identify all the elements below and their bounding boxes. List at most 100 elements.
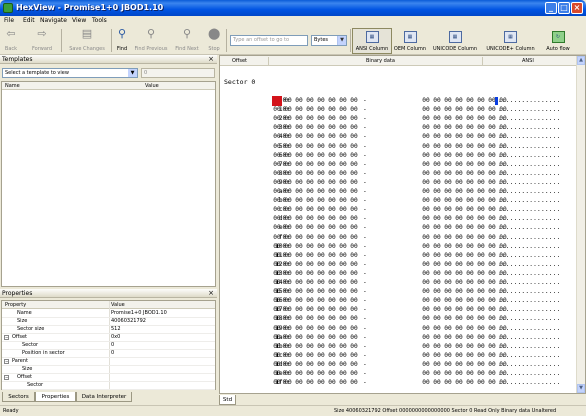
find-previous-button[interactable]: ⚲ Find Previous [132, 27, 170, 54]
close-button[interactable]: × [571, 2, 583, 14]
collapse-toggle-icon[interactable]: − [4, 335, 9, 340]
byte-cell[interactable]: 00 [327, 378, 337, 388]
stop-button[interactable]: ⬤ Stop [206, 27, 222, 54]
template-grid-header: Name Value [2, 82, 215, 90]
template-grid: Name Value [1, 81, 216, 287]
byte-cell[interactable]: 00 [349, 378, 359, 388]
byte-cell[interactable]: 00 [316, 378, 326, 388]
property-row[interactable]: Sector [2, 382, 215, 390]
ansi-column-icon: ▦ [365, 31, 379, 43]
byte-cell[interactable]: 00 [432, 378, 442, 388]
property-row[interactable]: Name Promise1+0 JBOD1.10 [2, 310, 215, 318]
property-value: 0x0 [111, 334, 121, 340]
property-row[interactable]: Size [2, 366, 215, 374]
close-icon[interactable]: × [208, 55, 214, 64]
property-row[interactable]: − Parent [2, 358, 215, 366]
binoculars-icon: ⚲ [117, 27, 127, 40]
scroll-up-icon[interactable]: ▲ [577, 56, 585, 65]
menu-edit[interactable]: Edit [23, 17, 35, 25]
save-changes-button[interactable]: ▤ Save Changes [66, 27, 108, 54]
window-title: HexView - Promise1+0 JBOD1.10 [16, 3, 164, 12]
back-arrow-icon: ⇦ [6, 27, 16, 40]
byte-cell[interactable]: 00 [443, 378, 453, 388]
tab-properties[interactable]: Properties [35, 392, 76, 402]
menu-bar: File Edit Navigate View Tools [0, 16, 586, 26]
byte-cell[interactable]: 00 [338, 378, 348, 388]
oem-column-button[interactable]: ▦ OEM Column [392, 28, 428, 54]
byte-cell[interactable]: 00 [476, 378, 486, 388]
status-info: Size 40060321792 Offset 0000000000000000… [334, 408, 557, 414]
menu-view[interactable]: View [72, 17, 86, 25]
unit-select[interactable]: Bytes ▼ [311, 35, 347, 46]
forward-button[interactable]: ⇨ Forward [28, 27, 56, 54]
menu-file[interactable]: File [4, 17, 14, 25]
byte-cell[interactable]: 00 [454, 378, 464, 388]
property-row[interactable]: Position in sector 0 [2, 350, 215, 358]
left-panel: Templates × Select a template to view ▼ … [0, 55, 217, 404]
minimize-button[interactable]: _ [545, 2, 557, 14]
property-name: Size [22, 366, 33, 372]
property-name: Parent [12, 358, 29, 364]
hex-view[interactable]: Offset Binary data ANSI Sector 0 0: 00 00 0… [219, 55, 586, 394]
templates-header: Templates × [0, 55, 217, 64]
column-divider [268, 57, 269, 65]
properties-grid: Property Value Name Promise1+0 JBOD1.10 Si… [1, 300, 216, 390]
unicode-plus-column-button[interactable]: ▦ UNICODE+ Column [482, 28, 539, 54]
hex-header: Offset Binary data ANSI [220, 56, 585, 66]
chevron-down-icon: ▼ [337, 36, 346, 45]
menu-navigate[interactable]: Navigate [40, 17, 67, 25]
unicode-column-icon: ▦ [448, 31, 462, 43]
byte-cell[interactable]: 00 [283, 378, 293, 388]
property-value: 0 [111, 342, 115, 348]
unicode-column-button[interactable]: ▦ UNICODE Column [430, 28, 480, 54]
stop-icon: ⬤ [208, 27, 221, 40]
byte-cell[interactable]: 00 [487, 378, 497, 388]
properties-header: Properties × [0, 289, 217, 298]
ansi-text[interactable]: ................ [498, 378, 560, 388]
find-button[interactable]: ⚲ Find [114, 27, 130, 54]
menu-tools[interactable]: Tools [92, 17, 107, 25]
column-divider [482, 57, 483, 65]
byte-group-separator: - [363, 379, 367, 387]
property-name: Name [17, 310, 32, 316]
auto-flow-button[interactable]: ↻ Auto flow [542, 28, 574, 54]
find-previous-icon: ⚲ [146, 27, 156, 40]
property-name: Size [17, 318, 28, 324]
offset-input[interactable]: Type an offset to go to [230, 35, 308, 46]
byte-cell[interactable]: 00 [294, 378, 304, 388]
property-name: Position in sector [22, 350, 65, 356]
app-icon [3, 3, 13, 13]
template-offset-field[interactable]: 0 [141, 68, 215, 78]
toolbar-separator [226, 29, 227, 52]
property-row[interactable]: − Offset [2, 374, 215, 382]
template-select[interactable]: Select a template to view ▼ [2, 68, 138, 78]
byte-cell[interactable]: 00 [465, 378, 475, 388]
property-name: Offset [12, 334, 28, 340]
property-value: Promise1+0 JBOD1.10 [111, 310, 167, 316]
chevron-down-icon: ▼ [128, 69, 137, 77]
tab-std[interactable]: Std [219, 395, 236, 405]
collapse-toggle-icon[interactable]: − [4, 359, 9, 364]
collapse-toggle-icon[interactable]: − [4, 375, 9, 380]
toolbar-separator [61, 29, 62, 52]
byte-cell[interactable]: 00 [421, 378, 431, 388]
find-next-button[interactable]: ⚲ Find Next [172, 27, 202, 54]
property-row[interactable]: Size 40060321792 [2, 318, 215, 326]
scroll-down-icon[interactable]: ▼ [577, 384, 585, 393]
property-row[interactable]: Sector 0 [2, 342, 215, 350]
maximize-button[interactable]: □ [558, 2, 570, 14]
close-icon[interactable]: × [208, 289, 214, 298]
byte-cell[interactable]: 00 [272, 378, 282, 388]
property-row[interactable]: − Offset 0x0 [2, 334, 215, 342]
tab-sectors[interactable]: Sectors [2, 392, 35, 402]
ansi-column-button[interactable]: ▦ ANSI Column [352, 28, 392, 54]
property-row[interactable]: Sector size 512 [2, 326, 215, 334]
save-icon: ▤ [81, 27, 93, 40]
status-ready: Ready [3, 408, 19, 414]
vertical-scrollbar[interactable]: ▲ ▼ [576, 56, 585, 393]
back-button[interactable]: ⇦ Back [2, 27, 20, 54]
property-name: Sector size [17, 326, 45, 332]
hex-row[interactable]: 1f0: 00 00 00 00 00 00 00 00 00 00 00 00 00 00 00 00-...… [220, 378, 576, 388]
tab-data-interpreter[interactable]: Data Interpreter [76, 392, 132, 402]
byte-cell[interactable]: 00 [305, 378, 315, 388]
